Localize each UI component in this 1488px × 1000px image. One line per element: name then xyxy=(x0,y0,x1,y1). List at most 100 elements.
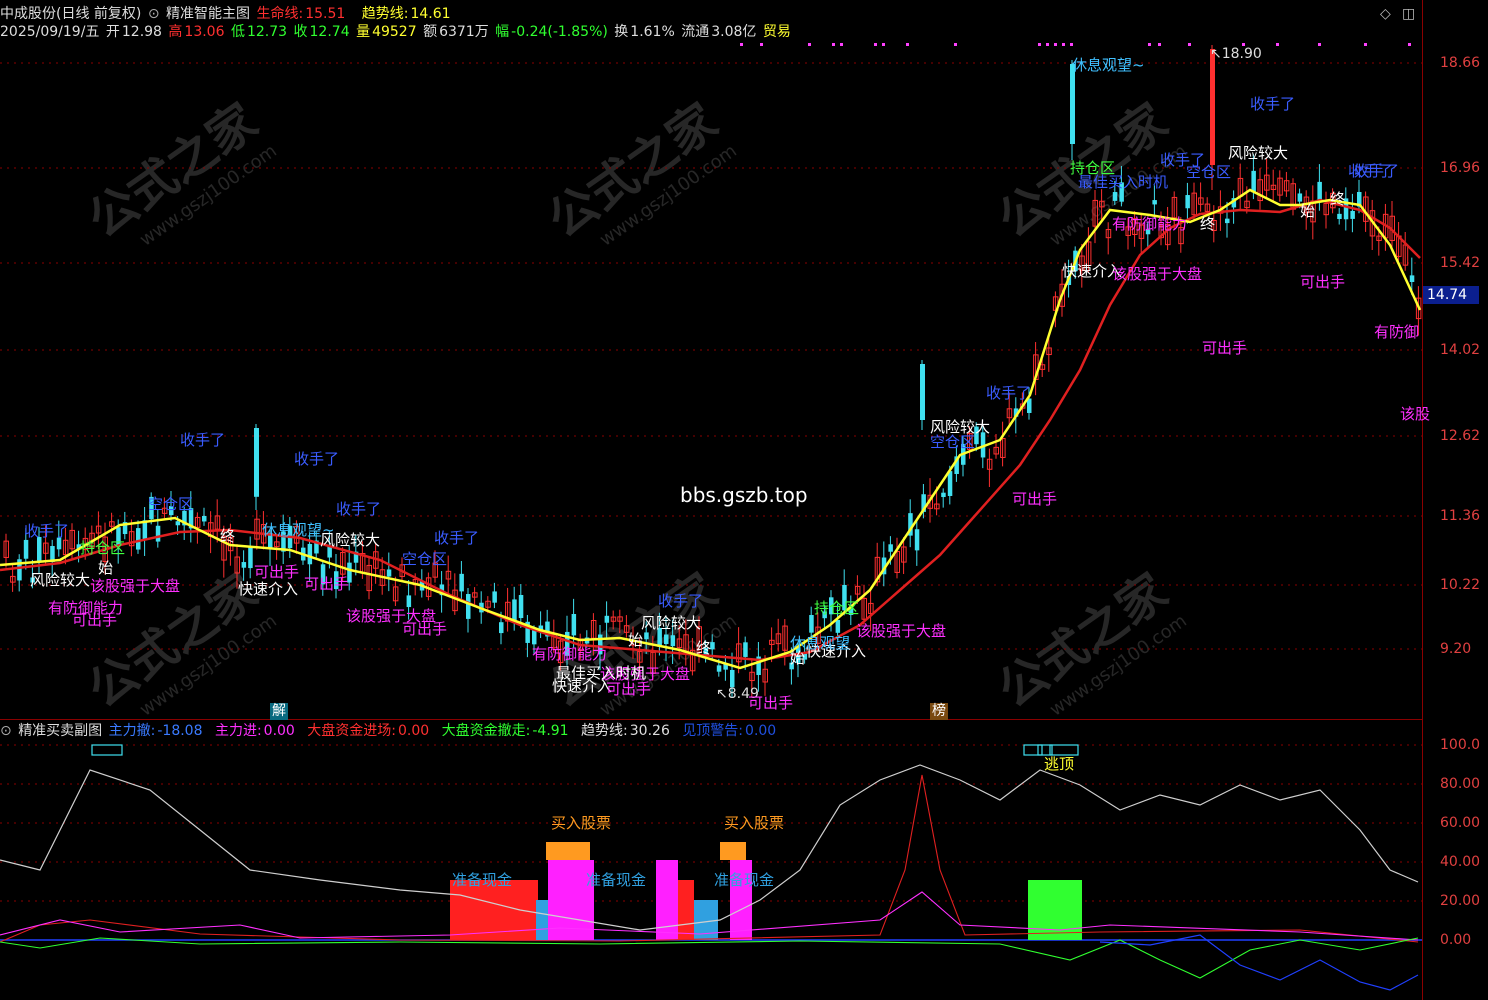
main-in-label: 主力进: xyxy=(214,723,262,739)
signal-annotation: 终 xyxy=(696,639,712,657)
price-axis-label: 16.96 xyxy=(1440,160,1481,176)
candle-body xyxy=(1337,213,1342,220)
signal-dot xyxy=(1038,43,1041,46)
signal-annotation: 休息观望~ xyxy=(1072,56,1145,74)
sub-indicator-chart[interactable] xyxy=(0,720,1422,1000)
signal-annotation: 收手了 xyxy=(658,592,704,610)
close-label: 收 xyxy=(293,24,308,40)
chevron-down-icon[interactable]: ⊙ xyxy=(0,723,12,739)
signal-annotation: 收手了 xyxy=(24,522,70,540)
price-axis-label: 9.20 xyxy=(1440,641,1472,657)
candle-body xyxy=(1210,49,1215,165)
signal-annotation: 该股强于大盘 xyxy=(856,622,947,640)
signal-bar xyxy=(536,900,548,940)
candle-body xyxy=(241,562,247,568)
candle-body xyxy=(670,635,676,647)
signal-annotation: 风险较大 xyxy=(30,571,91,589)
signal-annotation: 可出手 xyxy=(606,680,652,698)
sub-axis-label: 80.00 xyxy=(1440,776,1481,792)
main-out-line xyxy=(1099,934,1419,991)
signal-dot xyxy=(808,43,811,46)
sub-axis-label: 20.00 xyxy=(1440,893,1481,909)
chevron-down-icon[interactable]: ⊙ xyxy=(148,6,160,22)
candlestick-chart[interactable] xyxy=(0,0,1422,719)
signal-annotation: 可出手 xyxy=(254,563,300,581)
market-out-line xyxy=(0,937,1419,979)
signal-annotation: 可出手 xyxy=(1300,273,1346,291)
main-in-value: 0.00 xyxy=(263,723,295,739)
sector-label[interactable]: 贸易 xyxy=(763,24,791,40)
cash-label: 准备现金 xyxy=(714,871,775,889)
candle-body xyxy=(175,521,181,526)
signal-annotation: 收手了 xyxy=(180,431,226,449)
signal-annotation: 始 xyxy=(790,649,806,667)
amount-label: 额 xyxy=(423,24,438,40)
signal-dot xyxy=(882,43,885,46)
diamond-icon[interactable]: ◇ xyxy=(1380,6,1391,22)
life-line-value: 15.51 xyxy=(305,6,346,22)
signal-dot xyxy=(740,43,743,46)
signal-annotation: 收手了 xyxy=(1354,162,1400,180)
price-axis-label: 12.62 xyxy=(1440,428,1481,444)
candle-body xyxy=(914,529,920,551)
signal-annotation: 空仓区 xyxy=(402,550,448,568)
change-label: 幅 xyxy=(495,24,510,40)
turnover-value: 1.61% xyxy=(630,24,675,40)
candle-body xyxy=(518,594,524,619)
change-value: -0.24(-1.85%) xyxy=(511,24,608,40)
open-label: 开 xyxy=(105,24,120,40)
signal-annotation: 快速介入 xyxy=(238,580,299,598)
open-value: 12.98 xyxy=(121,24,162,40)
candle-body xyxy=(1251,170,1256,193)
signal-dot xyxy=(1276,43,1279,46)
candle-body xyxy=(604,615,610,623)
high-value: 13.06 xyxy=(184,24,225,40)
window-toggle-icon[interactable]: ◫ xyxy=(1402,6,1415,22)
sub-indicator-name[interactable]: 精准买卖副图 xyxy=(18,723,102,739)
candle-body xyxy=(1409,275,1415,282)
signal-annotation: 持仓区 xyxy=(814,599,860,617)
indicator-name[interactable]: 精准智能主图 xyxy=(166,6,250,22)
price-axis-label: 10.22 xyxy=(1440,577,1481,593)
candle-body xyxy=(743,642,748,657)
candle-body xyxy=(1350,210,1355,219)
amount-value: 6371万 xyxy=(439,24,489,40)
main-out-value: -18.08 xyxy=(157,723,203,739)
stock-name[interactable]: 中成股份(日线 前复权) xyxy=(0,6,141,22)
signal-bar xyxy=(546,842,590,860)
candle-body xyxy=(1112,192,1118,201)
high-label: 高 xyxy=(168,24,183,40)
candle-body xyxy=(459,573,464,592)
quote-bar: 2025/09/19/五 开 12.98 高 13.06 低 12.73 收 12.74… xyxy=(0,24,793,40)
market-out-value: -4.91 xyxy=(532,723,569,739)
candle-body xyxy=(202,515,207,522)
candle-body xyxy=(406,595,412,608)
candle-body xyxy=(37,536,42,562)
buy-label: 买入股票 xyxy=(551,814,612,832)
signal-annotation: 收手了 xyxy=(986,384,1032,402)
signal-dot xyxy=(1046,43,1049,46)
candle-body xyxy=(1185,195,1190,209)
candle-body xyxy=(492,591,497,603)
signal-dot xyxy=(906,43,909,46)
signal-annotation: 该股强于大盘 xyxy=(1112,265,1203,283)
market-in-value: 0.00 xyxy=(398,723,430,739)
signal-bar xyxy=(450,880,538,940)
signal-annotation: 终 xyxy=(1330,190,1346,208)
signal-dot xyxy=(1188,43,1191,46)
candle-body xyxy=(466,594,471,619)
panel-divider xyxy=(0,719,1422,720)
signal-annotation: 有防御 xyxy=(1374,323,1420,341)
signal-dot xyxy=(1054,43,1057,46)
life-line xyxy=(0,198,1421,662)
signal-annotation: 该股 xyxy=(1400,405,1431,423)
candle-body xyxy=(716,665,722,672)
escape-top-label: 逃顶 xyxy=(1044,755,1075,773)
signal-dot xyxy=(874,43,877,46)
signal-annotation: 有防御能力 xyxy=(532,645,608,663)
signal-dot xyxy=(1158,43,1161,46)
signal-annotation: 始 xyxy=(98,559,114,577)
float-label: 流通 xyxy=(681,24,710,40)
signal-annotation: 可出手 xyxy=(1202,339,1248,357)
candle-body xyxy=(730,669,735,688)
